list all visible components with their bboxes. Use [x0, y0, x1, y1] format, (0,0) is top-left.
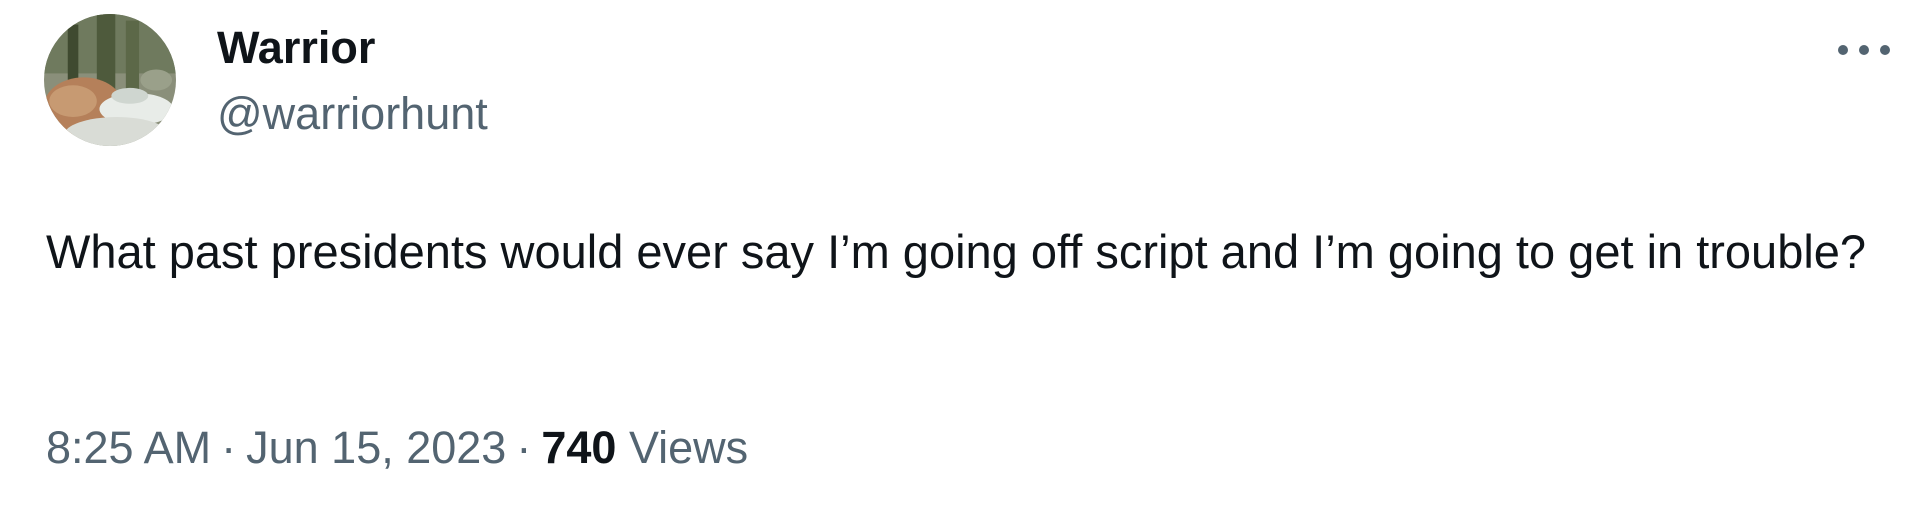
- tweet-date: Jun 15, 2023: [246, 422, 507, 473]
- author-avatar[interactable]: [44, 14, 176, 146]
- separator-dot: ·: [516, 422, 532, 473]
- separator-dot: ·: [221, 422, 237, 473]
- avatar-image: [44, 14, 176, 146]
- ellipsis-dot-icon: [1880, 45, 1890, 55]
- tweet-timestamp[interactable]: 8:25 AM · Jun 15, 2023: [46, 422, 506, 473]
- views-label: Views: [628, 422, 749, 473]
- tweet-text: What past presidents would ever say I’m …: [46, 225, 1867, 278]
- ellipsis-dot-icon: [1859, 45, 1869, 55]
- tweet-metadata: 8:25 AM · Jun 15, 2023 · 740 Views: [46, 418, 748, 478]
- tweet-card: Warrior @warriorhunt What past president…: [0, 0, 1920, 523]
- tweet-time: 8:25 AM: [46, 422, 212, 473]
- ellipsis-dot-icon: [1838, 45, 1848, 55]
- views-count: 740: [541, 422, 617, 473]
- views-stat[interactable]: 740 Views: [541, 422, 748, 473]
- author-handle[interactable]: @warriorhunt: [217, 86, 488, 142]
- more-options-button[interactable]: [1838, 30, 1890, 70]
- author-display-name[interactable]: Warrior: [217, 20, 375, 76]
